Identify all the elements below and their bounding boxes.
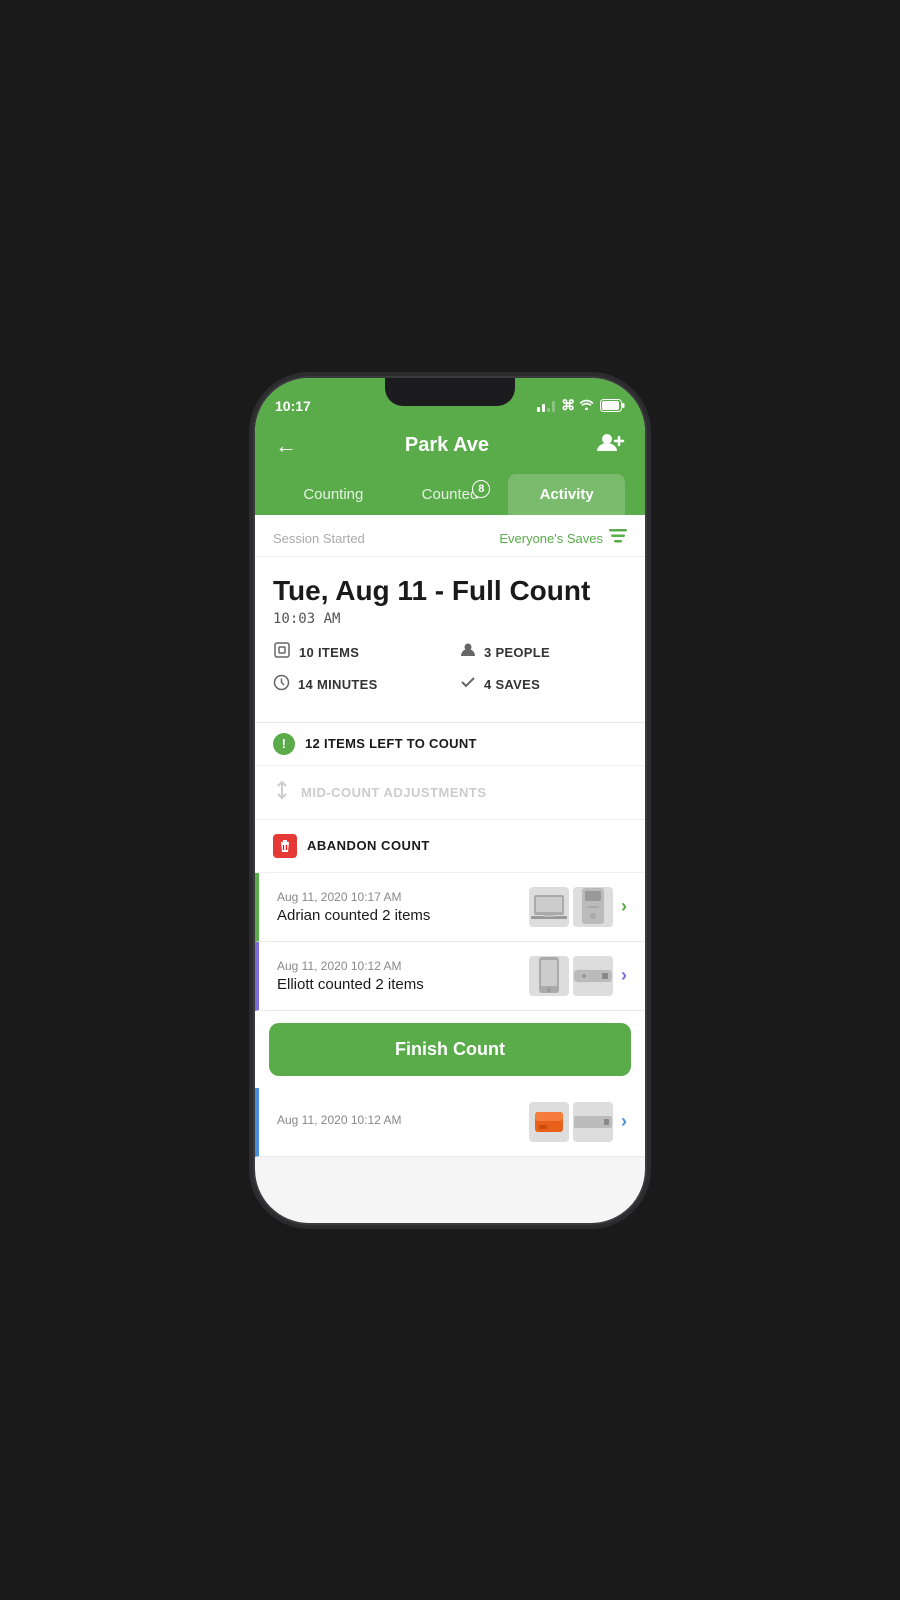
- abandon-count[interactable]: ABANDON COUNT: [255, 820, 645, 873]
- tab-activity[interactable]: Activity: [508, 474, 625, 515]
- items-left: ! 12 ITEMS LEFT TO COUNT: [255, 723, 645, 766]
- session-header: Session Started Everyone's Saves: [255, 515, 645, 557]
- stat-people: 3 PEOPLE: [460, 641, 627, 664]
- items-left-count: 12 ITEMS LEFT TO COUNT: [305, 736, 477, 751]
- session-time: 10:03 AM: [273, 611, 627, 627]
- finish-count-button[interactable]: Finish Count: [269, 1023, 631, 1076]
- activity-meta-2: Aug 11, 2020 10:12 AM Elliott counted 2 …: [277, 959, 529, 993]
- chevron-right-1: ›: [621, 896, 627, 917]
- people-icon: [460, 642, 476, 663]
- signal-bar-1: [537, 407, 540, 412]
- product-thumb-tower: [573, 887, 613, 927]
- app-header: ← Park Ave Counting Counted: [255, 422, 645, 515]
- activity-meta-3: Aug 11, 2020 10:12 AM: [277, 1113, 529, 1130]
- chevron-right-2: ›: [621, 965, 627, 986]
- product-thumb-laptop: [529, 887, 569, 927]
- activity-images-2: [529, 956, 613, 996]
- mid-count-label: MID-COUNT ADJUSTMENTS: [301, 785, 487, 800]
- stat-minutes: 14 MINUTES: [273, 674, 440, 696]
- activity-date-2: Aug 11, 2020 10:12 AM: [277, 959, 529, 973]
- wifi-icon: ⌘: [561, 397, 594, 414]
- counted-badge: 8: [472, 480, 490, 498]
- product-thumb-extdrive: [573, 956, 613, 996]
- session-info: Tue, Aug 11 - Full Count 10:03 AM 10 ITE…: [255, 557, 645, 723]
- session-label: Session Started: [273, 531, 365, 546]
- activity-item-3[interactable]: Aug 11, 2020 10:12 AM: [255, 1088, 645, 1157]
- status-right: ⌘: [537, 397, 625, 414]
- battery-icon: [600, 399, 625, 412]
- activity-section: Aug 11, 2020 10:17 AM Adrian counted 2 i…: [255, 873, 645, 1157]
- items-icon: [273, 641, 291, 664]
- activity-item-2[interactable]: Aug 11, 2020 10:12 AM Elliott counted 2 …: [255, 942, 645, 1011]
- activity-date-1: Aug 11, 2020 10:17 AM: [277, 890, 529, 904]
- activity-images-1: [529, 887, 613, 927]
- activity-date-3: Aug 11, 2020 10:12 AM: [277, 1113, 529, 1127]
- activity-images-3: [529, 1102, 613, 1142]
- mid-count-adjustments[interactable]: MID-COUNT ADJUSTMENTS: [255, 766, 645, 820]
- product-thumb-phone: [529, 956, 569, 996]
- stats-grid: 10 ITEMS 3 PEOPLE: [273, 641, 627, 696]
- activity-meta-1: Aug 11, 2020 10:17 AM Adrian counted 2 i…: [277, 890, 529, 924]
- filter-row[interactable]: Everyone's Saves: [499, 529, 627, 548]
- phone-screen: 10:17 ⌘: [255, 378, 645, 1223]
- session-title: Tue, Aug 11 - Full Count: [273, 575, 627, 607]
- finish-btn-wrap: Finish Count: [255, 1011, 645, 1088]
- tab-counting[interactable]: Counting: [275, 474, 392, 515]
- tabs-container: Counting Counted 8 Activity: [275, 474, 625, 515]
- adjustments-icon: [273, 780, 291, 805]
- main-content: Session Started Everyone's Saves Tue, Au…: [255, 515, 645, 1157]
- activity-desc-2: Elliott counted 2 items: [277, 976, 529, 993]
- chevron-right-3: ›: [621, 1111, 627, 1132]
- product-thumb-gray-drive: [573, 1102, 613, 1142]
- filter-icon: [609, 529, 627, 548]
- clock-icon: [273, 674, 290, 696]
- activity-desc-1: Adrian counted 2 items: [277, 907, 529, 924]
- warning-icon: !: [273, 733, 295, 755]
- status-time: 10:17: [275, 398, 311, 414]
- signal-bars: [537, 400, 555, 412]
- filter-label: Everyone's Saves: [499, 531, 603, 546]
- stat-saves: 4 SAVES: [460, 674, 627, 696]
- activity-item-1[interactable]: Aug 11, 2020 10:17 AM Adrian counted 2 i…: [255, 873, 645, 942]
- signal-bar-4: [552, 401, 555, 412]
- abandon-label: ABANDON COUNT: [307, 838, 430, 853]
- product-thumb-orange: [529, 1102, 569, 1142]
- phone-frame: 10:17 ⌘: [255, 378, 645, 1223]
- signal-bar-3: [547, 408, 550, 412]
- tab-counted[interactable]: Counted 8: [392, 474, 509, 515]
- trash-icon: [273, 834, 297, 858]
- header-row: ← Park Ave: [275, 432, 625, 474]
- add-people-button[interactable]: [597, 432, 625, 460]
- header-title: Park Ave: [405, 434, 489, 457]
- notch: [385, 378, 515, 406]
- stat-items: 10 ITEMS: [273, 641, 440, 664]
- check-icon: [460, 674, 476, 695]
- back-button[interactable]: ←: [275, 433, 297, 459]
- signal-bar-2: [542, 404, 545, 412]
